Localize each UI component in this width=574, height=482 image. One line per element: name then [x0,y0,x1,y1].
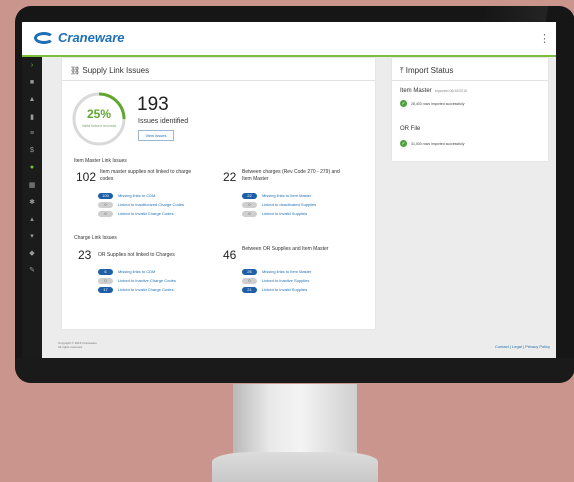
list-item[interactable]: 0 Linked to invalid Supplies [242,210,307,217]
issue-link[interactable]: Linked to deactivated Supplies [262,202,316,207]
group-label: Between charges (Rev Code 270 - 279) and… [242,169,340,182]
edit-icon[interactable]: ✎ [22,261,42,278]
craneware-logo-icon [34,31,54,44]
grid-icon[interactable]: ▦ [22,176,42,193]
issues-label: Issues identified [138,118,189,125]
upload-icon: ⤒ [400,66,404,75]
chart-icon[interactable]: ▮ [22,108,42,125]
issue-link[interactable]: Missing links to CDM [118,269,155,274]
list-item[interactable]: 0 Linked to inactive Supplies [242,277,309,284]
count-badge: 0 [242,210,257,217]
or-file-heading: OR File [400,126,421,132]
footer-links[interactable]: Contact | Legal | Privacy Policy [495,344,550,349]
issue-link[interactable]: Missing links to Item Master [262,193,311,198]
group-label: OR Supplies not linked to Charges [98,252,175,258]
issue-link[interactable]: Linked to invalid Supplies [262,287,307,292]
list-item[interactable]: 6 Missing links to CDM [98,268,155,275]
count-badge: 22 [242,192,257,199]
tag-icon[interactable]: ◆ [22,244,42,261]
filter-icon[interactable]: ▾ [22,227,42,244]
list-icon[interactable]: ≡ [22,125,42,142]
issue-link[interactable]: Linked to invalid Charge Codes [118,287,174,292]
issue-link[interactable]: Linked to invalid Charge Codes [118,211,174,216]
import-status-row: ✓ 31,000 rows imported successfully [400,140,465,147]
divider [62,80,375,81]
list-item[interactable]: 25 Missing links to Item Master [242,268,311,275]
list-item[interactable]: 0 Linked to deactivated Supplies [242,201,316,208]
issue-link[interactable]: Linked to invalid Supplies [262,211,307,216]
divider [392,80,548,81]
issue-link[interactable]: Linked to inauthorized Charge Codes [118,202,184,207]
app-screen: Craneware ⋮ › ■ ▲ ▮ ≡ $ ● ▦ ✱ ▴ ▾ ◆ ✎ ⛓ … [22,22,556,358]
import-status-panel: ⤒ Import Status Item Master Imported 06/1… [392,58,548,161]
issue-link[interactable]: Linked to inactive Supplies [262,278,309,283]
item-master-heading: Item Master Imported 06/10/2016 [400,88,467,94]
home-icon[interactable]: ■ [22,74,42,91]
footer-copyright: Copyright © 2016 Craneware All rights re… [58,341,97,349]
monitor-stand-neck [233,384,357,456]
count-badge: 0 [242,201,257,208]
upload-icon[interactable]: ▴ [22,210,42,227]
donut-percent: 25% [86,107,112,121]
count-badge: 17 [98,286,113,293]
count-badge: 0 [98,201,113,208]
item-master-section-title: Item Master Link Issues [74,158,127,164]
group-label: Item master supplies not linked to charg… [100,169,192,182]
app-logo[interactable]: Craneware [34,30,124,45]
check-circle-icon: ✓ [400,100,407,107]
import-status-row: ✓ 28,403 rows imported successfully [400,100,465,107]
monitor-chin [15,358,574,383]
top-bar: Craneware ⋮ [22,22,556,57]
chevron-right-icon[interactable]: › [22,57,42,74]
count-badge: 100 [98,192,113,199]
panel-title: ⤒ Import Status [400,66,454,75]
issue-link[interactable]: Linked to inactive Charge Codes [118,278,176,283]
link-icon[interactable]: ● [22,159,42,176]
count-badge: 6 [98,268,113,275]
list-item[interactable]: 21 Linked to invalid Supplies [242,286,307,293]
list-item[interactable]: 0 Linked to inauthorized Charge Codes [98,201,184,208]
monitor-stand-base [212,452,378,482]
view-issues-button[interactable]: View issues [138,130,174,141]
gear-icon[interactable]: ✱ [22,193,42,210]
count-badge: 0 [98,210,113,217]
group-count: 46 [223,248,237,262]
list-item[interactable]: 0 Linked to inactive Charge Codes [98,277,176,284]
list-item[interactable]: 22 Missing links to Item Master [242,192,311,199]
group-count: 102 [76,170,97,184]
issues-count: 193 [137,94,169,115]
user-icon[interactable]: ▲ [22,91,42,108]
group-count: 22 [223,170,237,184]
kebab-icon[interactable]: ⋮ [539,32,550,45]
count-badge: 25 [242,268,257,275]
issue-link[interactable]: Missing links to CDM [118,193,155,198]
count-badge: 21 [242,286,257,293]
logo-text: Craneware [58,30,125,45]
check-circle-icon: ✓ [400,140,407,147]
donut-subtitle: Valid linked records [81,123,117,128]
supply-link-issues-panel: ⛓ Supply Link Issues 25% Valid linked re… [62,58,375,329]
count-badge: 0 [242,277,257,284]
issue-link[interactable]: Missing links to Item Master [262,269,311,274]
footer: Copyright © 2016 Craneware All rights re… [42,334,556,358]
dollar-icon[interactable]: $ [22,142,42,159]
list-item[interactable]: 100 Missing links to CDM [98,192,155,199]
list-item[interactable]: 0 Linked to invalid Charge Codes [98,210,174,217]
group-label: Between OR Supplies and Item Master [242,246,329,252]
list-item[interactable]: 17 Linked to invalid Charge Codes [98,286,174,293]
group-count: 23 [78,248,92,262]
link-icon: ⛓ [70,66,81,75]
charge-section-title: Charge Link Issues [74,235,117,241]
sidebar: › ■ ▲ ▮ ≡ $ ● ▦ ✱ ▴ ▾ ◆ ✎ [22,57,42,358]
panel-title: ⛓ Supply Link Issues [70,66,150,75]
count-badge: 0 [98,277,113,284]
